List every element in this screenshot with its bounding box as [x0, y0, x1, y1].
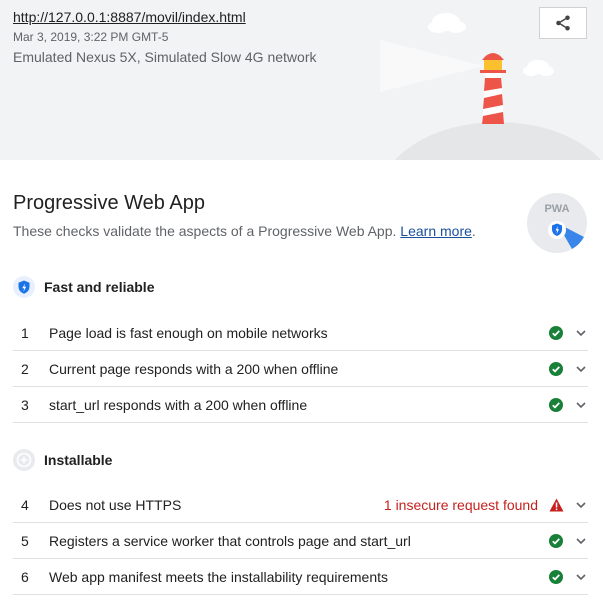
emulation-info: Emulated Nexus 5X, Simulated Slow 4G net… [13, 49, 317, 65]
audit-title: Current page responds with a 200 when of… [49, 360, 339, 377]
lighthouse-icon [480, 53, 506, 124]
light-beam [380, 40, 484, 92]
pass-check-icon [548, 397, 564, 413]
share-button[interactable] [539, 7, 587, 39]
group-label: Fast and reliable [44, 279, 155, 295]
learn-more-link[interactable]: Learn more [400, 223, 472, 239]
page-url-link[interactable]: http://127.0.0.1:8887/movil/index.html [13, 9, 246, 25]
fail-warning-icon [548, 497, 564, 513]
audit-title: Does not use HTTPS [49, 496, 182, 513]
audit-title: Web app manifest meets the installabilit… [49, 568, 389, 585]
pass-check-icon [548, 361, 564, 377]
audit-number: 5 [21, 532, 29, 549]
pass-check-icon [548, 325, 564, 341]
expand-chevron-icon[interactable] [574, 534, 588, 548]
pwa-badge-icon: PWA [527, 193, 587, 253]
category-description: These checks validate the aspects of a P… [13, 223, 476, 239]
expand-chevron-icon[interactable] [574, 362, 588, 376]
expand-chevron-icon[interactable] [574, 570, 588, 584]
pwa-badge-text: PWA [544, 203, 569, 215]
audit-display-value: 1 insecure request found [383, 496, 538, 513]
audit-row[interactable]: 4 Does not use HTTPS 1 insecure request … [13, 487, 588, 523]
audit-row[interactable]: 5 Registers a service worker that contro… [13, 523, 588, 559]
category-title: Progressive Web App [13, 192, 205, 214]
report-header: http://127.0.0.1:8887/movil/index.html M… [0, 0, 603, 160]
audit-row[interactable]: 3 start_url responds with a 200 when off… [13, 387, 588, 423]
expand-chevron-icon[interactable] [574, 498, 588, 512]
expand-chevron-icon[interactable] [574, 398, 588, 412]
audit-title: start_url responds with a 200 when offli… [49, 396, 308, 413]
installable-plus-icon [13, 449, 35, 471]
expand-chevron-icon[interactable] [574, 326, 588, 340]
hill-shape [395, 122, 601, 160]
group-installable: Installable [13, 449, 588, 471]
cloud-icon [428, 13, 466, 33]
cloud-icon [523, 60, 554, 76]
audit-row[interactable]: 6 Web app manifest meets the installabil… [13, 559, 588, 595]
audit-number: 6 [21, 568, 29, 585]
audit-title: Registers a service worker that controls… [49, 532, 411, 549]
audit-title: Page load is fast enough on mobile netwo… [49, 324, 328, 341]
audit-number: 4 [21, 496, 29, 513]
audit-number: 2 [21, 360, 29, 377]
audit-number: 1 [21, 324, 29, 341]
group-fast-reliable: Fast and reliable [13, 276, 588, 298]
group-label: Installable [44, 452, 113, 468]
audit-row[interactable]: 1 Page load is fast enough on mobile net… [13, 315, 588, 351]
audit-number: 3 [21, 396, 29, 413]
share-icon [556, 15, 570, 31]
category-description-text: These checks validate the aspects of a P… [13, 223, 397, 239]
pass-check-icon [548, 569, 564, 585]
description-end: . [471, 223, 476, 239]
audit-row[interactable]: 2 Current page responds with a 200 when … [13, 351, 588, 387]
pass-check-icon [548, 533, 564, 549]
report-date: Mar 3, 2019, 3:22 PM GMT-5 [13, 30, 169, 44]
fast-reliable-icon [13, 276, 35, 298]
